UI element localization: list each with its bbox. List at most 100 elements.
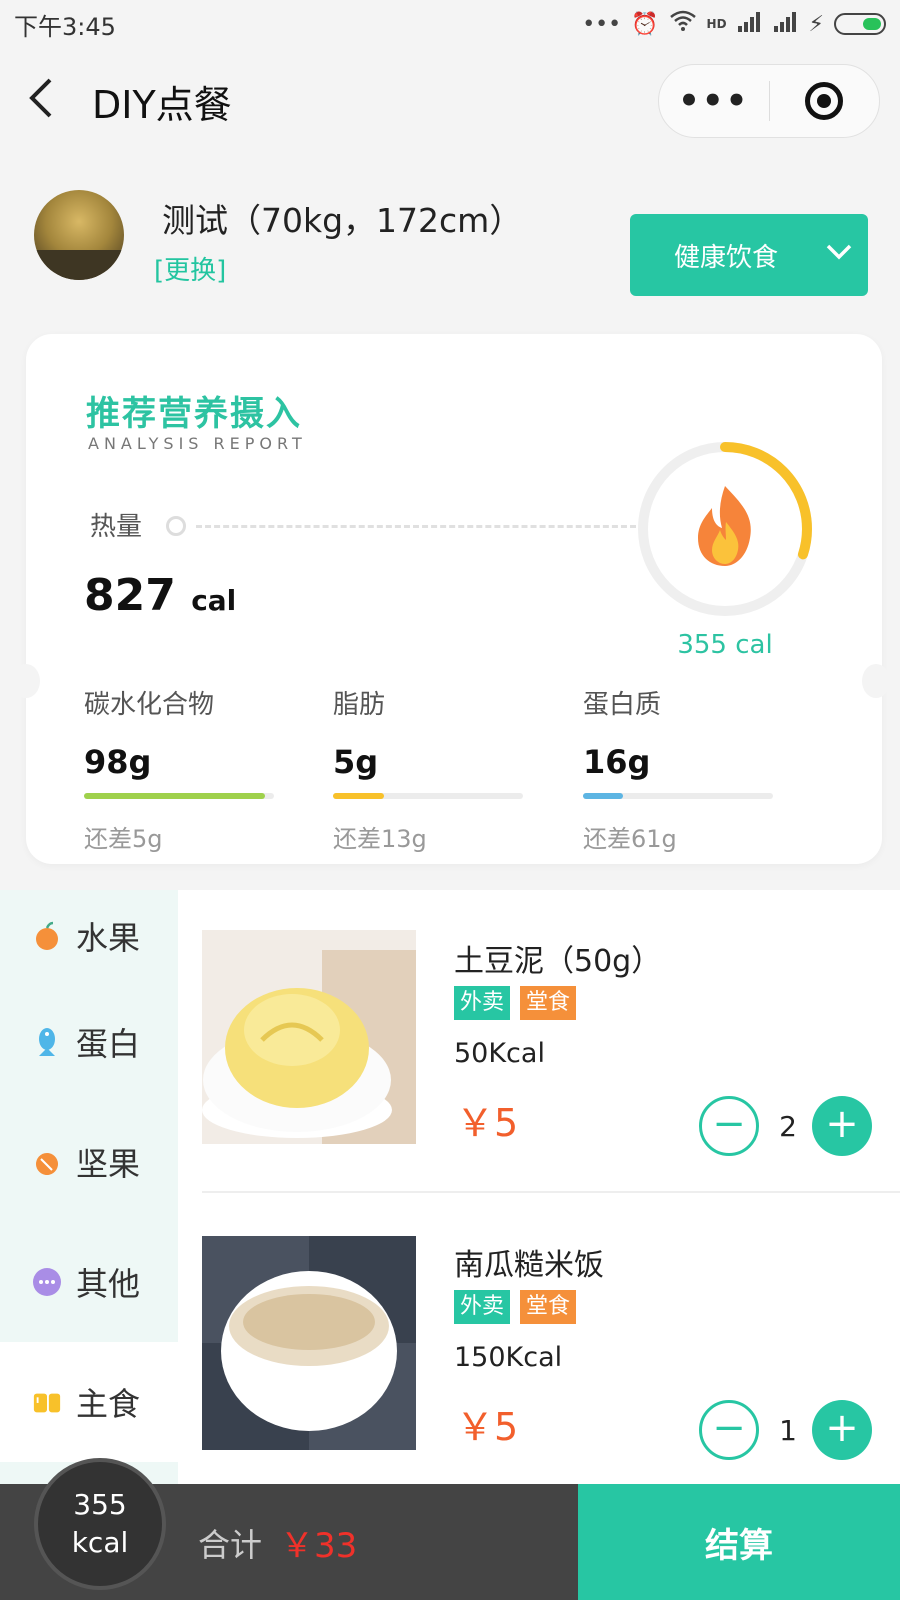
food-kcal: 150Kcal — [454, 1342, 563, 1373]
status-bar: 下午3:45 ••• ⏰ HD ⚡ — [0, 0, 900, 48]
food-divider — [202, 1191, 900, 1193]
nutrient-progress-fill — [583, 793, 623, 799]
nutrient-progress-fill — [333, 793, 385, 799]
apple-icon — [32, 921, 62, 951]
tag-dine-in: 堂食 — [520, 1290, 577, 1324]
calorie-ring-value: 355 cal — [677, 630, 773, 660]
category-label: 水果 — [76, 919, 141, 957]
avatar — [34, 190, 124, 280]
total-value: ￥33 — [280, 1526, 358, 1566]
mini-program-capsule: ••• — [658, 64, 880, 138]
signal-icon — [737, 10, 763, 38]
bread-icon — [32, 1387, 62, 1417]
category-protein[interactable]: 蛋白 — [0, 982, 178, 1102]
notification-dots-icon: ••• — [582, 11, 622, 37]
close-program-button[interactable] — [770, 82, 880, 120]
category-label: 其他 — [76, 1265, 141, 1303]
back-button[interactable] — [26, 76, 66, 126]
heat-unit: cal — [191, 584, 237, 617]
total-kcal-unit: kcal — [71, 1526, 129, 1559]
fish-icon — [32, 1027, 62, 1057]
decrease-quantity-button[interactable]: − — [699, 1400, 759, 1460]
nutrient-value: 5g — [333, 743, 379, 781]
nutrition-card: 推荐营养摄入 ANALYSIS REPORT 热量 827 cal 355 ca… — [26, 334, 882, 864]
nutrient-name: 碳水化合物 — [84, 690, 215, 720]
heat-dashed-line — [196, 525, 636, 528]
card-notch-left — [12, 664, 40, 698]
more-menu-button[interactable]: ••• — [659, 81, 769, 121]
nutrient-name: 蛋白质 — [583, 690, 662, 720]
heat-number: 827 — [84, 570, 176, 621]
food-price: ￥5 — [456, 1405, 519, 1449]
category-staple[interactable]: 主食 — [0, 1342, 178, 1462]
total-kcal-value: 355 — [73, 1488, 127, 1521]
diet-type-dropdown[interactable]: 健康饮食 — [630, 214, 868, 296]
food-item: 土豆泥（50g） 外卖 堂食 50Kcal ￥5 − 2 + — [178, 890, 900, 1193]
more-bubble-icon — [32, 1267, 62, 1297]
nutrient-carbs: 碳水化合物 98g 还差5g — [84, 684, 284, 854]
food-tags: 外卖 堂食 — [454, 986, 577, 1020]
nutrient-progress-bar — [333, 793, 523, 799]
checkout-button[interactable]: 结算 — [578, 1484, 900, 1600]
food-name: 土豆泥（50g） — [454, 944, 662, 979]
quantity-value: 2 — [779, 1110, 797, 1143]
profile-name: 测试（70kg，172cm） — [162, 201, 523, 240]
wifi-icon — [669, 10, 697, 38]
category-fruit[interactable]: 水果 — [0, 890, 178, 982]
tag-takeaway: 外卖 — [454, 1290, 511, 1324]
decrease-quantity-button[interactable]: − — [699, 1096, 759, 1156]
chevron-left-icon — [29, 78, 52, 118]
quantity-value: 1 — [779, 1414, 797, 1447]
nut-icon — [32, 1147, 62, 1177]
food-price: ￥5 — [456, 1101, 519, 1145]
status-time: 下午3:45 — [14, 12, 116, 41]
nutrient-progress-bar — [84, 793, 274, 799]
heat-value: 827 cal — [84, 570, 236, 621]
target-icon — [805, 82, 844, 120]
nutrient-fat: 脂肪 5g 还差13g — [333, 684, 533, 854]
category-sidebar: 水果 蛋白 坚果 其他 主食 — [0, 890, 178, 1484]
increase-quantity-button[interactable]: + — [812, 1096, 872, 1156]
status-icons: ••• ⏰ HD ⚡ — [582, 10, 886, 38]
heat-dot-icon — [166, 516, 186, 536]
nutrient-value: 98g — [84, 743, 152, 781]
card-notch-right — [862, 664, 890, 698]
category-label: 主食 — [76, 1385, 141, 1423]
calorie-ring — [638, 442, 812, 616]
nutrition-title: 推荐营养摄入 — [86, 394, 302, 434]
nutrient-shortfall: 还差61g — [583, 825, 677, 853]
charging-icon: ⚡ — [808, 11, 824, 37]
nutrient-progress-fill — [84, 793, 265, 799]
total-kcal-badge[interactable]: 355 kcal — [34, 1458, 166, 1590]
increase-quantity-button[interactable]: + — [812, 1400, 872, 1460]
alarm-icon: ⏰ — [631, 11, 659, 37]
chevron-down-icon — [826, 244, 852, 260]
battery-icon — [834, 13, 886, 35]
nutrient-protein: 蛋白质 16g 还差61g — [583, 684, 783, 854]
nutrient-name: 脂肪 — [333, 690, 386, 720]
nutrient-value: 16g — [583, 743, 651, 781]
food-item: 南瓜糙米饭 外卖 堂食 150Kcal ￥5 − 1 + — [178, 1194, 900, 1494]
food-kcal: 50Kcal — [454, 1038, 545, 1069]
nutrient-shortfall: 还差13g — [333, 825, 427, 853]
tag-dine-in: 堂食 — [520, 986, 577, 1020]
change-profile-link[interactable]: [更换] — [154, 250, 226, 287]
mashed-potato-image — [202, 930, 416, 1144]
hd-signal-icon: HD — [706, 17, 727, 31]
nav-bar: DIY点餐 ••• — [0, 50, 900, 154]
food-name: 南瓜糙米饭 — [454, 1248, 604, 1283]
signal-icon-2 — [773, 10, 799, 38]
nutrient-progress-bar — [583, 793, 773, 799]
category-label: 蛋白 — [76, 1025, 141, 1063]
nutrient-shortfall: 还差5g — [84, 825, 163, 853]
category-nuts[interactable]: 坚果 — [0, 1102, 178, 1222]
food-tags: 外卖 堂食 — [454, 1290, 577, 1324]
total-label: 合计 — [198, 1526, 263, 1564]
page-title: DIY点餐 — [92, 83, 232, 127]
food-list: 土豆泥（50g） 外卖 堂食 50Kcal ￥5 − 2 + 南瓜糙米饭 外卖 … — [178, 890, 900, 1484]
heat-label: 热量 — [90, 512, 143, 542]
pumpkin-rice-image — [202, 1236, 416, 1450]
diet-type-label: 健康饮食 — [674, 242, 779, 273]
category-other[interactable]: 其他 — [0, 1222, 178, 1342]
category-label: 坚果 — [76, 1145, 141, 1183]
